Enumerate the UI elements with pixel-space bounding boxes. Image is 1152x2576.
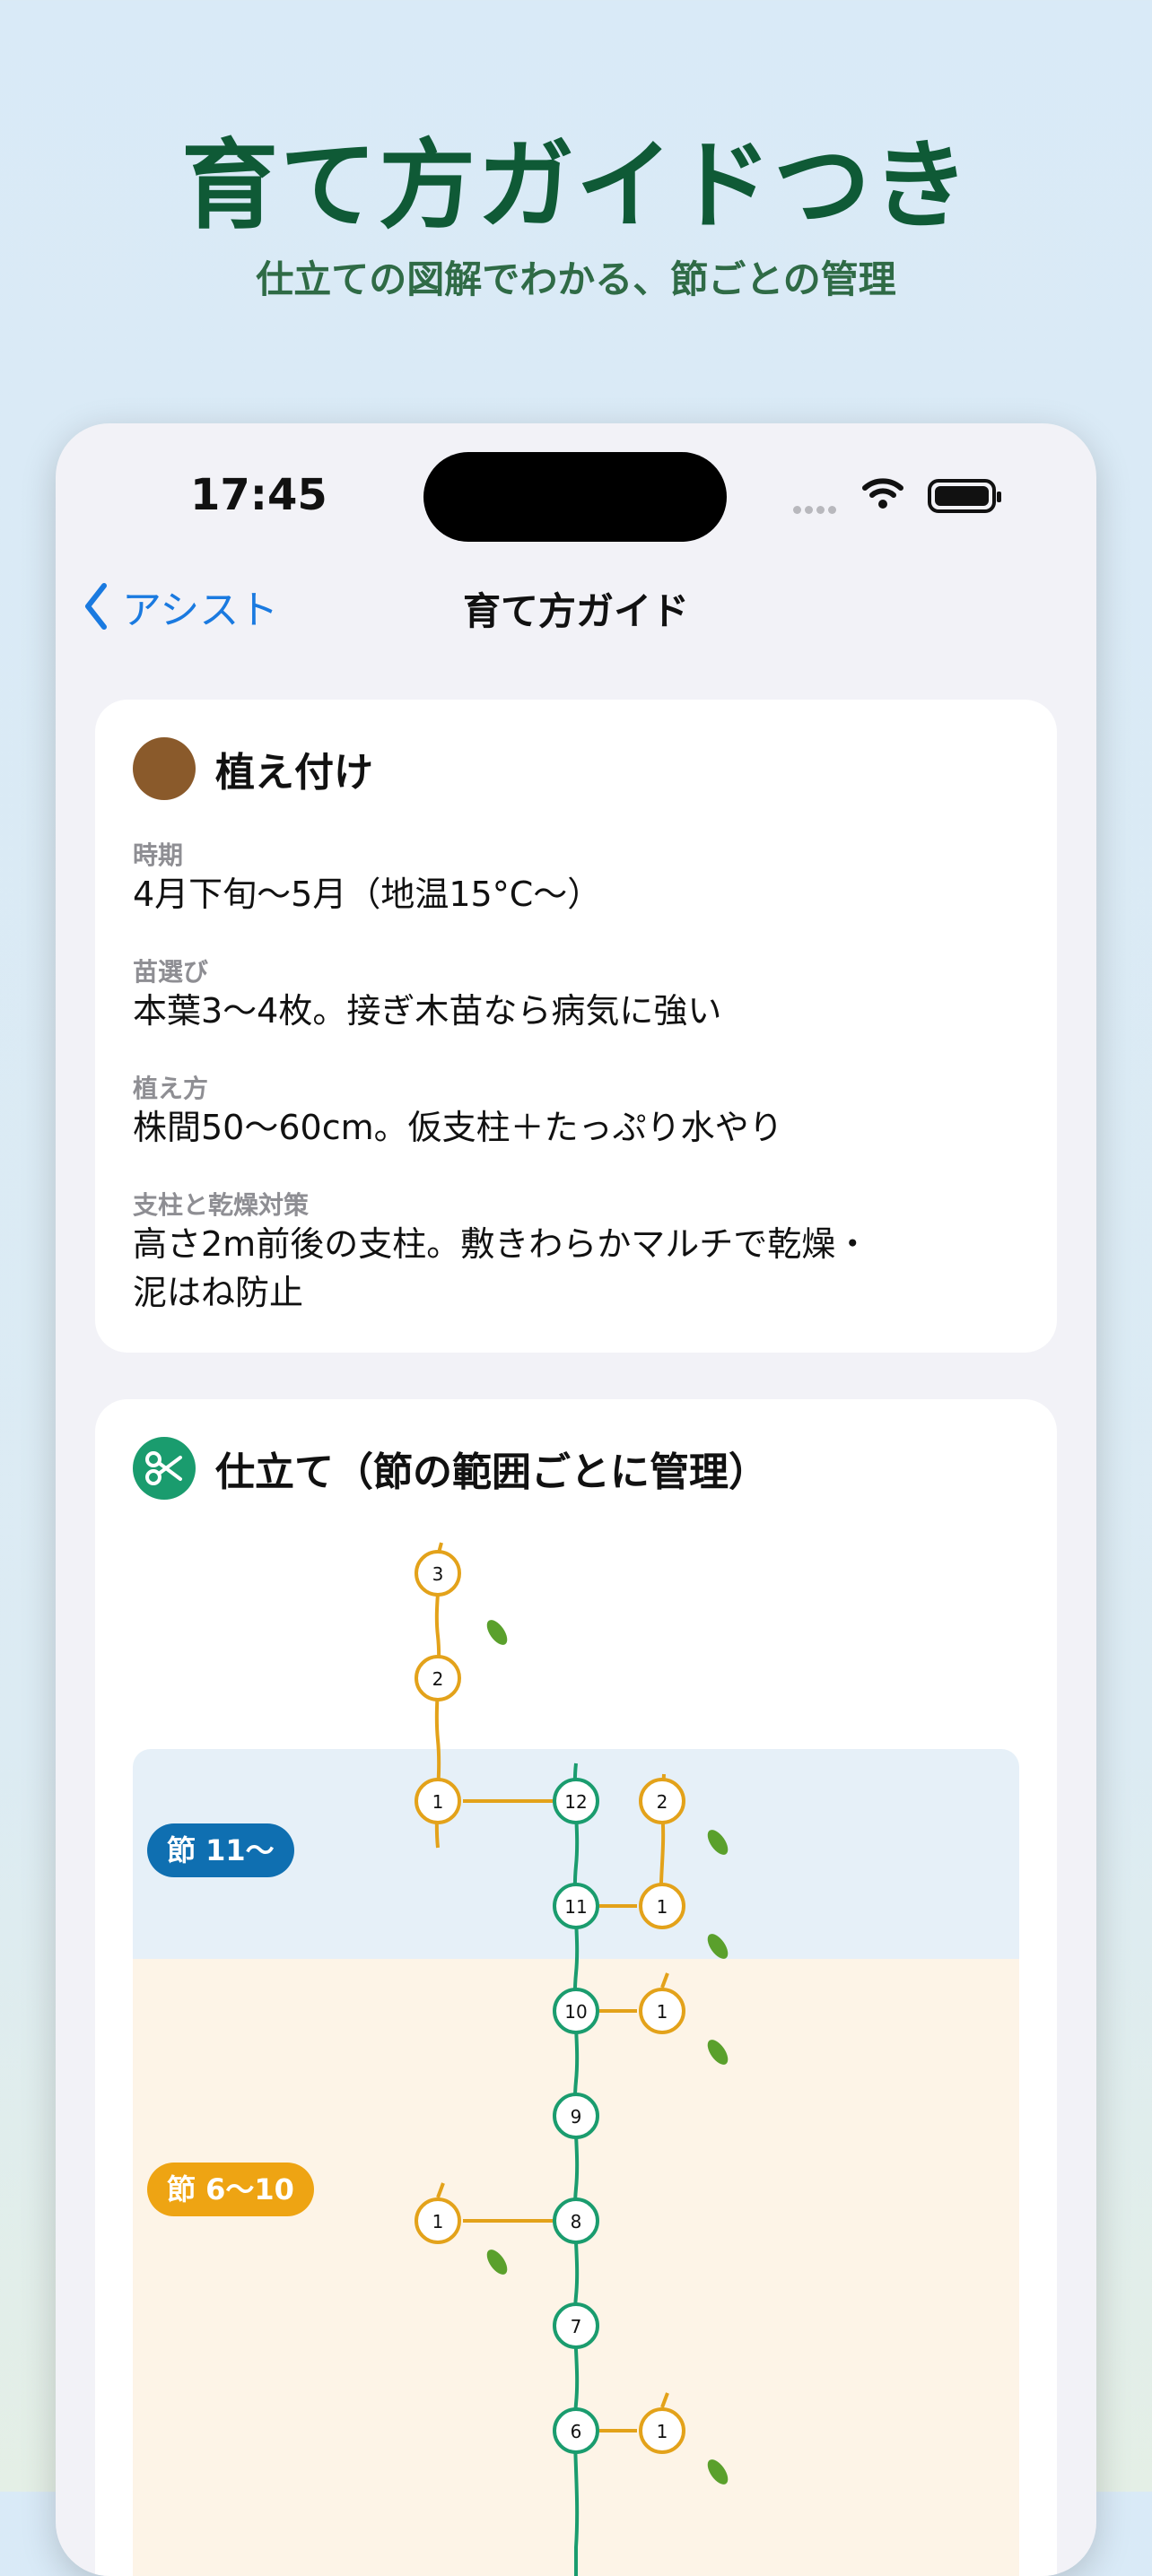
side-node-top-2: 2 (415, 1655, 461, 1701)
fruit-icon (486, 2250, 508, 2275)
status-time: 17:45 (190, 470, 327, 520)
wifi-icon (862, 478, 903, 509)
main-node-10: 10 (553, 1988, 599, 2034)
main-node-9-label: 9 (571, 2106, 582, 2128)
side-node-right-2: 2 (639, 1778, 685, 1824)
planting-card-title: 植え付け (215, 750, 373, 796)
side-node-top-2-label: 2 (432, 1668, 444, 1690)
fruit-icon (707, 2040, 729, 2065)
field-value-support-line2: 泥はね防止 (133, 1273, 304, 1312)
field-value-support-line1: 高さ2m前後の支柱。敷きわらかマルチで乾燥・ (133, 1224, 870, 1264)
phone-screen: 17:45 アシスト 育て方ガイド 植え付け 時期 4月下旬〜5月（地温15°C… (56, 423, 1096, 2576)
field-label-method: 植え方 (133, 1074, 209, 1103)
side-node-node6-1: 1 (639, 2407, 685, 2454)
side-node-node8-1: 1 (415, 2197, 461, 2244)
main-node-7: 7 (553, 2302, 599, 2349)
side-node-right-1-label: 1 (657, 1896, 668, 1918)
field-label-seedling: 苗選び (133, 957, 209, 987)
dynamic-island (423, 452, 727, 542)
field-value-method: 株間50〜60cm。仮支柱＋たっぷり水やり (133, 1108, 783, 1147)
side-node-right-1: 1 (639, 1883, 685, 1929)
main-node-6-label: 6 (571, 2421, 582, 2442)
soil-icon (133, 737, 196, 800)
main-node-9: 9 (553, 2093, 599, 2139)
cellular-signal-icon (793, 500, 840, 518)
main-node-7-label: 7 (571, 2316, 582, 2337)
side-node-top-3: 3 (415, 1550, 461, 1597)
promo-subline: 仕立ての図解でわかる、節ごとの管理 (256, 257, 896, 301)
side-node-top-1: 1 (415, 1778, 461, 1824)
main-node-6: 6 (553, 2407, 599, 2454)
promo-headline: 育て方ガイドつき (180, 130, 971, 242)
fruit-icon (707, 1830, 729, 1855)
main-node-12: 12 (553, 1778, 599, 1824)
field-value-period: 4月下旬〜5月（地温15°C〜） (133, 875, 602, 914)
side-node-top-1-label: 1 (432, 1791, 444, 1813)
main-node-8-label: 8 (571, 2211, 582, 2232)
fruit-icon (707, 2459, 729, 2485)
battery-icon (928, 479, 1001, 513)
side-node-node10-1: 1 (639, 1988, 685, 2034)
side-node-node10-1-label: 1 (657, 2001, 668, 2023)
page-title: 育て方ガイド (462, 589, 689, 633)
fruit-icon (707, 1934, 729, 1959)
field-label-period: 時期 (133, 840, 184, 870)
side-node-node6-1-label: 1 (657, 2421, 668, 2442)
side-node-right-2-label: 2 (657, 1791, 668, 1813)
training-card: 仕立て（節の範囲ごとに管理） 節 11〜 節 6〜10 12 11 10 9 8… (95, 1399, 1057, 2576)
main-node-11-label: 11 (564, 1896, 587, 1918)
main-node-10-label: 10 (564, 2001, 587, 2023)
side-node-top-3-label: 3 (432, 1563, 444, 1585)
planting-card: 植え付け 時期 4月下旬〜5月（地温15°C〜） 苗選び 本葉3〜4枚。接ぎ木苗… (95, 700, 1057, 1353)
fruit-icon (486, 1620, 508, 1645)
field-label-support: 支柱と乾燥対策 (133, 1190, 310, 1220)
field-value-seedling: 本葉3〜4枚。接ぎ木苗なら病気に強い (133, 991, 722, 1031)
main-node-12-label: 12 (564, 1791, 587, 1813)
side-node-node8-1-label: 1 (432, 2211, 444, 2232)
training-diagram: 12 11 10 9 8 7 6 3 2 1 2 1 1 1 1 (415, 1542, 729, 2576)
main-node-11: 11 (553, 1883, 599, 1929)
main-node-8: 8 (553, 2197, 599, 2244)
